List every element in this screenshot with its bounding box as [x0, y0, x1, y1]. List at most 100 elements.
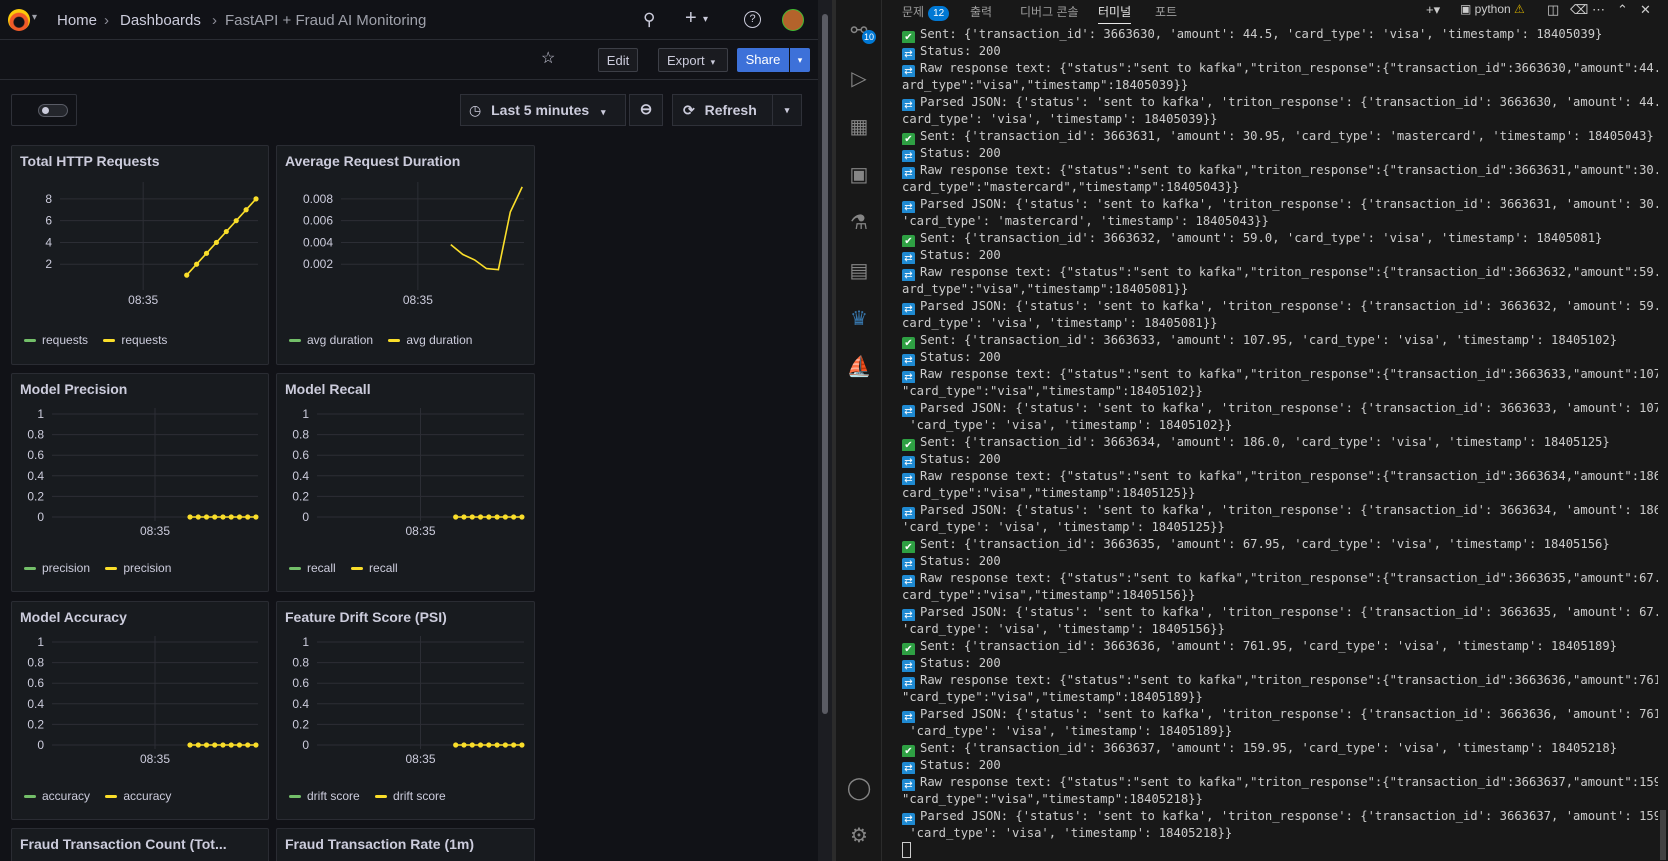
export-button[interactable]: Export ▾: [658, 48, 728, 72]
y-tick-label: 0: [37, 510, 44, 524]
terminal-shell-icon[interactable]: ▣ python ⚠: [1460, 2, 1525, 16]
terminal-line: ✔ Sent: {'transaction_id': 3663635, 'amou…: [902, 536, 1658, 553]
refresh-icon: ⇄: [902, 405, 915, 417]
terminal-line-text: Sent: {'transaction_id': 3663634, 'amoun…: [920, 435, 1610, 449]
legend-item[interactable]: avg duration: [388, 333, 472, 347]
avatar[interactable]: [782, 9, 804, 31]
legend-item[interactable]: avg duration: [289, 333, 373, 347]
more-actions-icon[interactable]: ⋯: [1592, 2, 1605, 18]
edit-button[interactable]: Edit: [598, 48, 638, 72]
tab-ports[interactable]: 포트: [1155, 3, 1177, 20]
terminal-line-text: ard_type":"visa","timestamp":18405081}}: [902, 282, 1189, 296]
legend-item[interactable]: recall: [351, 561, 398, 575]
legend-item[interactable]: precision: [24, 561, 90, 575]
account-icon[interactable]: ◯: [836, 775, 882, 801]
time-range-picker[interactable]: ◷ Last 5 minutes ▾: [460, 94, 626, 126]
terminal-line-text: ard_type":"visa","timestamp":18405039}}: [902, 78, 1189, 92]
panel-feature-drift-score[interactable]: Feature Drift Score (PSI) 1 0.8 0.6 0.4 0.2 0…: [276, 601, 535, 820]
terminal-cursor: [902, 842, 911, 858]
terminal-line: ✔ Sent: {'transaction_id': 3663632, 'amou…: [902, 230, 1658, 247]
terminal-line: ⇄ Raw response text: {"status":"sent to k…: [902, 468, 1658, 485]
panel-title: Fraud Transaction Rate (1m): [285, 836, 475, 852]
terminal-line: ⇄ Raw response text: {"status":"sent to k…: [902, 774, 1658, 791]
zoom-out-icon[interactable]: ⊖: [629, 94, 663, 126]
data-point: [511, 514, 517, 520]
remote-explorer-icon[interactable]: ▣: [836, 162, 882, 187]
share-menu-chevron-icon[interactable]: ▾: [790, 48, 810, 72]
data-point: [253, 196, 259, 202]
outline-icon[interactable]: ▤: [836, 258, 882, 283]
search-icon[interactable]: ⚲: [643, 10, 655, 30]
y-tick-label: 0.4: [292, 697, 309, 711]
help-icon[interactable]: ?: [744, 11, 761, 28]
toggle-switch[interactable]: [38, 104, 68, 117]
legend-item[interactable]: accuracy: [105, 789, 171, 803]
panel-fraud-transaction-rate[interactable]: Fraud Transaction Rate (1m): [276, 828, 535, 861]
grafana-logo-icon[interactable]: [8, 9, 30, 31]
legend-item[interactable]: requests: [24, 333, 88, 347]
terminal-line: ⇄ Status: 200: [902, 757, 1658, 774]
refresh-icon: ⇄: [902, 473, 915, 485]
y-tick-label: 0.2: [27, 717, 44, 731]
data-point: [228, 742, 234, 748]
chart-legend: avg duration avg duration: [289, 333, 484, 347]
terminal-line: "card_type":"visa","timestamp":18405218}…: [902, 791, 1658, 808]
breadcrumb-dashboards[interactable]: Dashboards: [120, 12, 201, 29]
tab-problems[interactable]: 문제 12: [902, 3, 950, 21]
legend-item[interactable]: precision: [105, 561, 171, 575]
chevron-down-icon[interactable]: ▾: [703, 14, 708, 25]
split-terminal-icon[interactable]: ◫: [1547, 2, 1559, 18]
panel-total-http-requests[interactable]: Total HTTP Requests 8 6 4 2 08:35 requests r…: [11, 145, 269, 365]
docker-icon[interactable]: ⛵: [836, 354, 882, 379]
terminal-line: 'card_type': 'visa', 'timestamp': 184051…: [902, 621, 1658, 638]
breadcrumb-home[interactable]: Home: [57, 12, 97, 29]
terminal-line: ⇄ Parsed JSON: {'status': 'sent to kafka'…: [902, 808, 1658, 825]
y-tick-label: 0.008: [303, 192, 333, 206]
terminal-scrollbar[interactable]: [1660, 810, 1666, 860]
refresh-button[interactable]: ⟳ Refresh: [672, 94, 784, 126]
terminal-line-text: card_type":"visa","timestamp":18405156}}: [902, 588, 1196, 602]
add-icon[interactable]: +: [685, 7, 697, 30]
legend-item[interactable]: accuracy: [24, 789, 90, 803]
panel-model-recall[interactable]: Model Recall 1 0.8 0.6 0.4 0.2 0 08:35 recall …: [276, 373, 535, 592]
terminal-line-text: Raw response text: {"status":"sent to ka…: [920, 61, 1658, 75]
close-panel-icon[interactable]: ✕: [1640, 2, 1651, 18]
scrollbar-thumb[interactable]: [822, 14, 828, 714]
y-tick-label: 0: [302, 510, 309, 524]
legend-item[interactable]: drift score: [289, 789, 360, 803]
data-point: [187, 514, 193, 520]
share-button[interactable]: Share: [737, 48, 789, 72]
terminal-line-text: card_type': 'visa', 'timestamp': 1840503…: [902, 112, 1218, 126]
star-icon[interactable]: ☆: [541, 48, 555, 68]
y-tick-label: 0: [302, 738, 309, 752]
chevron-down-icon[interactable]: ▾: [32, 12, 37, 23]
legend-item[interactable]: recall: [289, 561, 336, 575]
legend-item[interactable]: drift score: [375, 789, 446, 803]
trash-icon[interactable]: ⌫: [1570, 2, 1588, 18]
y-tick-label: 0.8: [292, 428, 309, 442]
refresh-icon: ⇄: [902, 269, 915, 281]
testing-icon[interactable]: ⚗: [836, 210, 882, 235]
dashboard-scrollbar[interactable]: [818, 0, 832, 861]
settings-gear-icon[interactable]: ⚙: [836, 823, 882, 848]
check-icon: ✔: [902, 337, 915, 349]
refresh-interval-chevron-icon[interactable]: ▾: [772, 94, 802, 126]
python-icon[interactable]: ♛: [836, 306, 882, 331]
panel-model-precision[interactable]: Model Precision 1 0.8 0.6 0.4 0.2 0 08:35 prec…: [11, 373, 269, 592]
x-tick-label: 08:35: [405, 752, 435, 766]
run-debug-icon[interactable]: ▷: [836, 66, 882, 91]
legend-item[interactable]: requests: [103, 333, 167, 347]
panel-model-accuracy[interactable]: Model Accuracy 1 0.8 0.6 0.4 0.2 0 08:35 accur…: [11, 601, 269, 820]
new-terminal-icon[interactable]: +▾: [1426, 2, 1440, 18]
terminal-output[interactable]: ✔ Sent: {'transaction_id': 3663630, 'amou…: [902, 26, 1658, 861]
terminal-line-text: Status: 200: [920, 248, 1001, 262]
tab-output[interactable]: 출력: [970, 3, 992, 20]
maximize-panel-icon[interactable]: ⌃: [1617, 2, 1628, 18]
panel-average-request-duration[interactable]: Average Request Duration 0.008 0.006 0.004…: [276, 145, 535, 365]
data-point: [502, 742, 508, 748]
panel-fraud-transaction-count[interactable]: Fraud Transaction Count (Tot...: [11, 828, 269, 861]
extensions-icon[interactable]: ▦: [836, 114, 882, 139]
tab-debug-console[interactable]: 디버그 콘솔: [1020, 3, 1079, 20]
check-icon: ✔: [902, 541, 915, 553]
tab-terminal[interactable]: 터미널: [1098, 3, 1132, 24]
